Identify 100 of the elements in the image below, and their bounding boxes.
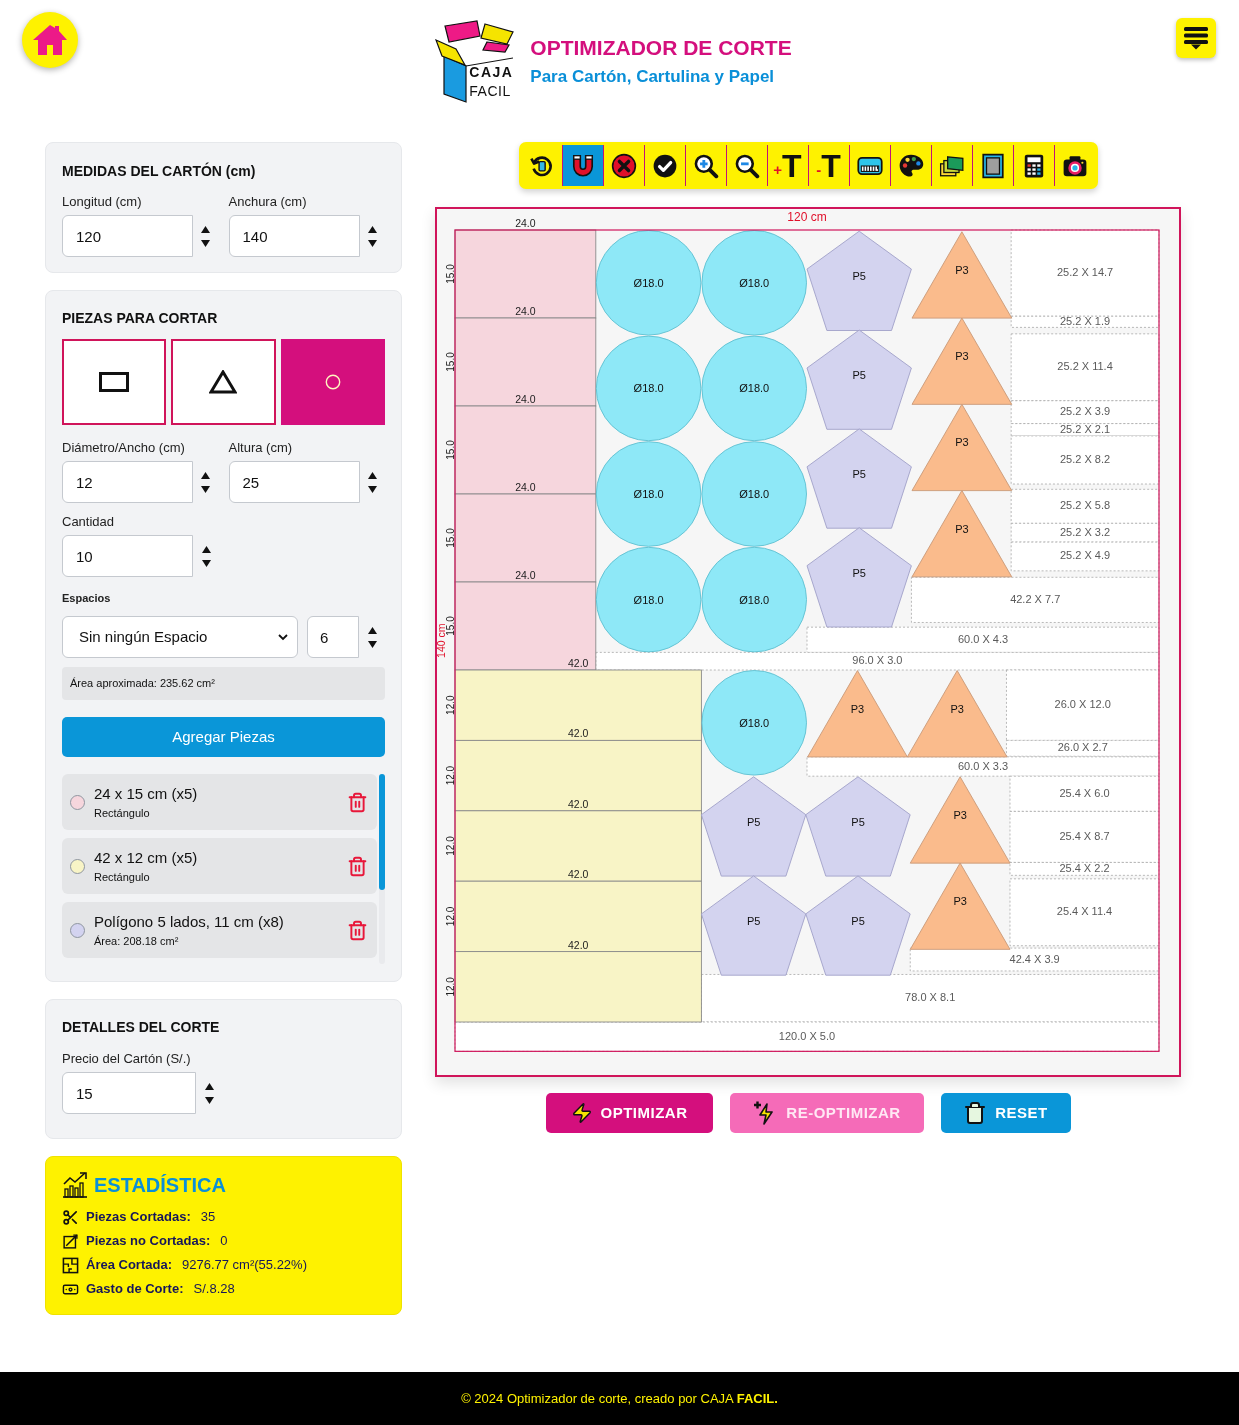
chevron-down-icon: [278, 633, 288, 641]
down-arrow-icon[interactable]: [204, 1096, 214, 1104]
offcut-label: 25.2 X 4.9: [1060, 549, 1111, 562]
spacing-dropdown[interactable]: Sin ningún Espacio: [62, 616, 298, 658]
trash-icon[interactable]: [347, 791, 368, 813]
number-field[interactable]: 6: [307, 616, 359, 658]
width-label: 24.0: [515, 393, 536, 405]
trash-icon: [963, 1101, 988, 1125]
field-label: Anchura (cm): [228, 194, 308, 209]
up-arrow-icon[interactable]: [367, 471, 377, 479]
number-field[interactable]: 140: [228, 215, 360, 257]
stat-label: Área Cortada:: [86, 1256, 172, 1275]
stat-label: Piezas Cortadas:: [86, 1208, 191, 1227]
field-label: Espacios: [62, 592, 112, 605]
decrease-text-button[interactable]: -T: [808, 145, 849, 186]
up-arrow-icon[interactable]: [201, 545, 211, 553]
width-label: 24.0: [515, 217, 536, 229]
number-field[interactable]: 120: [62, 215, 193, 257]
trash-icon[interactable]: [347, 919, 368, 941]
field-label: Altura (cm): [228, 440, 294, 455]
piece-label: P5: [852, 468, 866, 481]
piece-title: Polígono 5 lados, 11 cm (x8): [94, 912, 285, 931]
section-title: DETALLES DEL CORTE: [62, 1018, 221, 1036]
down-arrow-icon[interactable]: [367, 640, 377, 648]
offcut-label: 60.0 X 3.3: [957, 759, 1009, 772]
rectangle-icon: [99, 372, 130, 392]
piece-label: P5: [746, 815, 761, 828]
height-label: 12.0: [445, 906, 456, 927]
logo-text: CAJA: [469, 63, 514, 82]
width-label: 42.0: [568, 797, 589, 810]
piece-label: P5: [746, 915, 761, 928]
down-arrow-icon[interactable]: [201, 239, 211, 247]
shape-button[interactable]: [62, 339, 167, 425]
up-arrow-icon[interactable]: [201, 471, 211, 479]
menu-button[interactable]: [1176, 18, 1216, 58]
number-field[interactable]: 12: [62, 461, 193, 503]
down-arrow-icon[interactable]: [201, 559, 211, 567]
number-field[interactable]: 10: [62, 535, 193, 577]
piece-list-item[interactable]: 42 x 12 cm (x5) Rectángulo: [62, 838, 377, 894]
field-label: Longitud (cm): [62, 194, 143, 209]
stats-title: ESTADÍSTICA: [94, 1172, 226, 1197]
palette-icon: [897, 152, 924, 179]
number-field[interactable]: 15: [62, 1072, 196, 1114]
offcut-label: 25.2 X 14.7: [1056, 266, 1114, 279]
app-title: OPTIMIZADOR DE CORTE: [530, 36, 792, 60]
offcut-label: 96.0 X 3.0: [852, 654, 903, 667]
width-label: 24.0: [515, 569, 536, 581]
width-label: 24.0: [515, 481, 536, 493]
section-title: MEDIDAS DEL CARTÓN (cm): [62, 162, 257, 180]
up-arrow-icon[interactable]: [367, 225, 377, 233]
field-label: Diámetro/Ancho (cm): [62, 440, 186, 455]
offcut-label: 26.0 X 2.7: [1057, 741, 1108, 754]
piece-label: P3: [950, 702, 964, 715]
trash-icon[interactable]: [347, 855, 368, 877]
height-label: 15.0: [445, 528, 456, 548]
field-label: Precio del Cartón (S/.): [62, 1051, 192, 1066]
stat-value: 0: [220, 1232, 228, 1251]
lightning-icon: [570, 1102, 593, 1124]
up-arrow-icon[interactable]: [201, 225, 211, 233]
offcut-label: 26.0 X 12.0: [1054, 698, 1111, 711]
offcut-label: 25.4 X 8.7: [1059, 829, 1110, 842]
home-button[interactable]: [22, 12, 78, 68]
width-label: 24.0: [515, 305, 536, 317]
number-field[interactable]: 25: [228, 461, 360, 503]
offcut-label: 120.0 X 5.0: [778, 1029, 836, 1042]
piece-label: Ø18.0: [633, 593, 664, 606]
zoom-in-icon: [692, 152, 719, 179]
width-label: 42.0: [568, 938, 589, 951]
offcut-label: 78.0 X 8.1: [905, 991, 956, 1004]
section-title: PIEZAS PARA CORTAR: [62, 309, 219, 327]
box-logo-icon: [435, 20, 516, 104]
piece-title: 24 x 15 cm (x5): [94, 784, 199, 803]
stat-label: Gasto de Corte:: [86, 1280, 184, 1299]
stat-value: S/.8.28: [193, 1280, 235, 1299]
down-arrow-icon[interactable]: [367, 239, 377, 247]
down-arrow-icon[interactable]: [201, 485, 211, 493]
offcut-label: 25.2 X 5.8: [1060, 499, 1111, 512]
piece-label: Ø18.0: [739, 716, 770, 729]
piece-label: P3: [953, 895, 967, 908]
piece-list-item[interactable]: Polígono 5 lados, 11 cm (x8) Área: 208.18 cm²: [62, 902, 377, 958]
piece-label: P3: [955, 436, 969, 449]
offcut-label: 25.2 X 3.2: [1060, 525, 1111, 538]
magnet-button[interactable]: [562, 145, 603, 186]
up-arrow-icon[interactable]: [204, 1082, 214, 1090]
optimize-button[interactable]: OPTIMIZAR: [545, 1093, 713, 1133]
board-height-label: 140 cm: [437, 623, 447, 658]
up-arrow-icon[interactable]: [367, 626, 377, 634]
piece-list-item[interactable]: 24 x 15 cm (x5) Rectángulo: [62, 774, 377, 830]
circle-icon: [324, 374, 341, 390]
check-circle-icon: [651, 152, 678, 179]
piece-label: P5: [852, 566, 866, 579]
height-label: 12.0: [445, 695, 456, 715]
piece-label: P3: [953, 808, 967, 821]
scrollbar-thumb[interactable]: [379, 774, 385, 890]
zoom-out-icon: [733, 152, 760, 179]
increase-text-button[interactable]: +T: [767, 145, 808, 186]
offcut-label: 25.2 X 8.2: [1060, 452, 1111, 465]
down-arrow-icon[interactable]: [367, 485, 377, 493]
piece-label: Ø18.0: [633, 382, 664, 395]
piece-label: P5: [851, 815, 865, 828]
